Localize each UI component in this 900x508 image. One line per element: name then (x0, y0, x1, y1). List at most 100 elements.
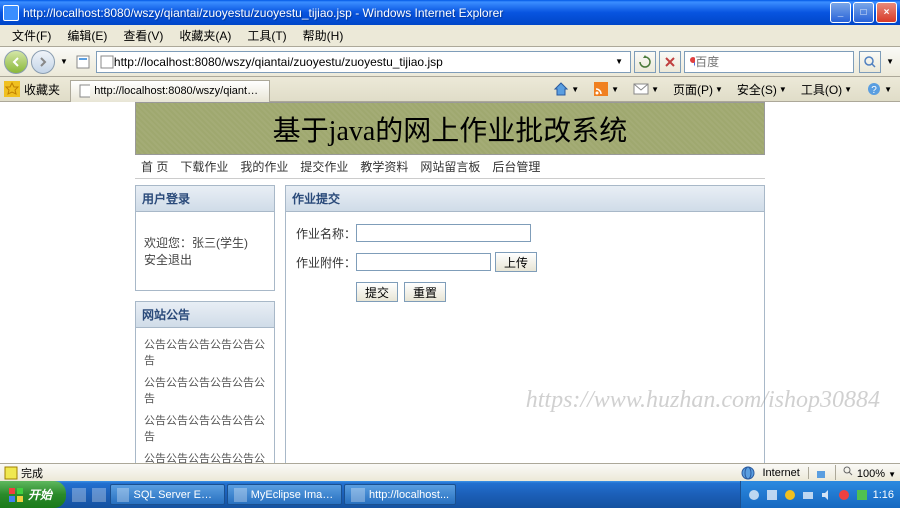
home-icon (553, 81, 569, 97)
svg-text:?: ? (871, 85, 877, 96)
site-title: 基于java的网上作业批改系统 (273, 109, 628, 149)
tray-icon[interactable] (765, 488, 779, 502)
site-navigation: 首 页 下载作业 我的作业 提交作业 教学资料 网站留言板 后台管理 (135, 155, 765, 179)
clock[interactable]: 1:16 (873, 489, 894, 501)
submit-button[interactable]: 提交 (356, 282, 398, 302)
system-tray: 1:16 (740, 481, 900, 508)
tray-icon[interactable] (855, 488, 869, 502)
feeds-icon (593, 81, 609, 97)
quicklaunch-item[interactable] (90, 484, 108, 505)
navigation-bar: ▼ ▼ ▼ (0, 47, 900, 77)
search-dropdown[interactable]: ▼ (884, 57, 896, 66)
refresh-button[interactable] (634, 51, 656, 73)
zoom-icon (842, 465, 854, 477)
browser-tab[interactable]: http://localhost:8080/wszy/qiantai/zuoye… (70, 80, 270, 102)
address-bar[interactable]: ▼ (96, 51, 631, 73)
search-bar[interactable] (684, 51, 854, 73)
window-title: http://localhost:8080/wszy/qiantai/zuoye… (23, 6, 830, 20)
homework-name-input[interactable] (356, 224, 531, 242)
close-button[interactable]: × (876, 2, 897, 23)
mail-button[interactable]: ▼ (629, 79, 663, 99)
logout-link[interactable]: 安全退出 (144, 253, 192, 267)
address-dropdown[interactable]: ▼ (611, 57, 627, 66)
favorites-label[interactable]: 收藏夹 (24, 81, 60, 98)
main-area: 作业提交 作业名称： 作业附件： 上传 提交 重 (285, 185, 765, 466)
protected-mode-icon (815, 467, 827, 479)
menu-favorites[interactable]: 收藏夹(A) (171, 25, 239, 46)
page-menu[interactable]: 页面(P) ▼ (669, 79, 727, 100)
search-icon (863, 55, 877, 69)
help-button[interactable]: ? ▼ (862, 79, 896, 99)
menu-bar: 文件(F) 编辑(E) 查看(V) 收藏夹(A) 工具(T) 帮助(H) (0, 25, 900, 47)
tray-icon[interactable] (801, 488, 815, 502)
tab-title: http://localhost:8080/wszy/qiantai/zuoye… (94, 85, 261, 97)
nav-home[interactable]: 首 页 (141, 158, 168, 175)
safety-menu[interactable]: 安全(S) ▼ (733, 79, 791, 100)
taskbar-item-ie[interactable]: http://localhost... (344, 484, 456, 505)
menu-view[interactable]: 查看(V) (115, 25, 171, 46)
status-text: 完成 (21, 465, 43, 481)
zoom-level[interactable]: 100% ▼ (835, 465, 896, 480)
sidebar: 用户登录 欢迎您：张三(学生) 安全退出 网站公告 公告公告公告公告公告公告 公… (135, 185, 275, 466)
login-header: 用户登录 (136, 186, 274, 212)
page-icon (75, 54, 91, 70)
notice-item[interactable]: 公告公告公告公告公告公告 (144, 336, 266, 368)
nav-admin[interactable]: 后台管理 (492, 158, 540, 175)
nav-download[interactable]: 下载作业 (180, 158, 228, 175)
nav-board[interactable]: 网站留言板 (420, 158, 480, 175)
nav-my[interactable]: 我的作业 (240, 158, 288, 175)
feeds-button[interactable]: ▼ (589, 79, 623, 99)
menu-help[interactable]: 帮助(H) (295, 25, 352, 46)
tab-bar: 收藏夹 http://localhost:8080/wszy/qiantai/z… (0, 77, 900, 102)
menu-edit[interactable]: 编辑(E) (59, 25, 115, 46)
tools-menu[interactable]: 工具(O) ▼ (797, 79, 856, 100)
forward-button[interactable] (31, 50, 55, 74)
site-banner: 基于java的网上作业批改系统 (135, 102, 765, 155)
done-icon (4, 466, 18, 480)
menu-file[interactable]: 文件(F) (4, 25, 59, 46)
name-label: 作业名称： (294, 225, 356, 242)
reset-button[interactable]: 重置 (404, 282, 446, 302)
quicklaunch-item[interactable] (70, 484, 88, 505)
nav-material[interactable]: 教学资料 (360, 158, 408, 175)
homework-file-input[interactable] (356, 253, 491, 271)
mail-icon (633, 81, 649, 97)
nav-submit[interactable]: 提交作业 (300, 158, 348, 175)
menu-tools[interactable]: 工具(T) (239, 25, 294, 46)
url-input[interactable] (114, 55, 611, 69)
minimize-button[interactable]: _ (830, 2, 851, 23)
tray-icon[interactable] (837, 488, 851, 502)
form-header: 作业提交 (286, 186, 764, 212)
status-bar: 完成 Internet 100% ▼ (0, 463, 900, 481)
volume-icon[interactable] (819, 488, 833, 502)
login-panel: 用户登录 欢迎您：张三(学生) 安全退出 (135, 185, 275, 291)
favorites-star-icon[interactable] (4, 81, 20, 97)
notice-item[interactable]: 公告公告公告公告公告公告 (144, 374, 266, 406)
notice-header: 网站公告 (136, 302, 274, 328)
taskbar-item-myeclipse[interactable]: MyEclipse Image... (227, 484, 342, 505)
notice-panel: 网站公告 公告公告公告公告公告公告 公告公告公告公告公告公告 公告公告公告公告公… (135, 301, 275, 466)
back-button[interactable] (4, 50, 28, 74)
maximize-button[interactable]: □ (853, 2, 874, 23)
search-input[interactable] (695, 55, 850, 69)
upload-button[interactable]: 上传 (495, 252, 537, 272)
windows-logo-icon (8, 487, 24, 503)
zone-text: Internet (763, 467, 800, 479)
tray-icon[interactable] (747, 488, 761, 502)
start-button[interactable]: 开始 (0, 481, 66, 508)
windows-taskbar: 开始 SQL Server Enter... MyEclipse Image..… (0, 481, 900, 508)
tray-icon[interactable] (783, 488, 797, 502)
notice-item[interactable]: 公告公告公告公告公告公告 (144, 412, 266, 444)
file-label: 作业附件： (294, 254, 356, 271)
ie-icon (3, 5, 19, 21)
taskbar-item-sqlserver[interactable]: SQL Server Enter... (110, 484, 225, 505)
home-button[interactable]: ▼ (549, 79, 583, 99)
stop-button[interactable] (659, 51, 681, 73)
search-button[interactable] (859, 51, 881, 73)
window-titlebar: http://localhost:8080/wszy/qiantai/zuoye… (0, 0, 900, 25)
url-icon (100, 55, 114, 69)
nav-history-dropdown[interactable]: ▼ (58, 57, 70, 66)
welcome-text: 欢迎您：张三(学生) (144, 236, 248, 250)
internet-icon (741, 466, 755, 480)
page-content: 基于java的网上作业批改系统 首 页 下载作业 我的作业 提交作业 教学资料 … (0, 102, 900, 466)
